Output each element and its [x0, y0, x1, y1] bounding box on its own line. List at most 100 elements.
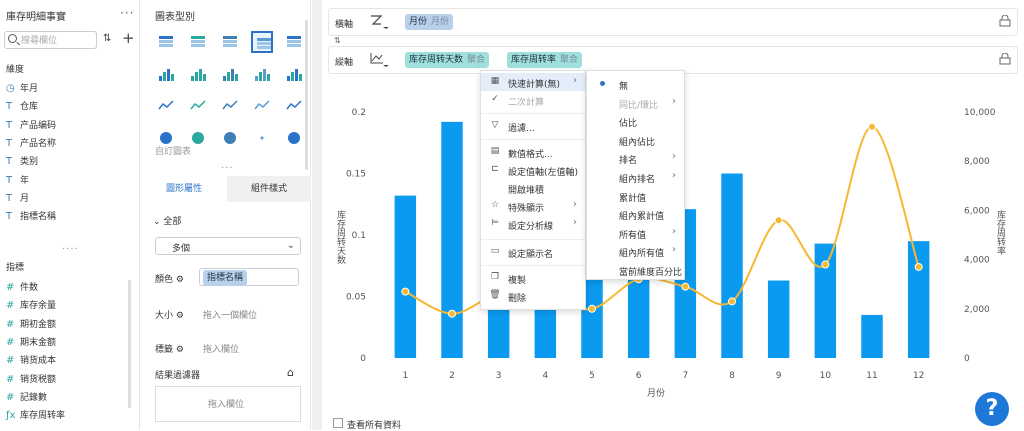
context-menu-item[interactable]: ❐ 複製: [481, 269, 585, 287]
field-item[interactable]: # 销货成本: [6, 353, 56, 369]
chart-type-icon[interactable]: [219, 127, 241, 149]
x-axis-shelf[interactable]: 橫軸 月份 月份: [328, 8, 1018, 36]
chart-type-icon[interactable]: [219, 95, 241, 117]
search-input[interactable]: [21, 34, 95, 47]
chart-type-icon[interactable]: [251, 127, 273, 149]
context-menu-item[interactable]: 🗑 刪除: [481, 287, 585, 305]
tag-drop-zone[interactable]: 拖入欄位: [203, 342, 239, 355]
add-icon[interactable]: +: [122, 29, 135, 47]
color-pill[interactable]: 指標名稱: [203, 270, 248, 286]
tab-graph-properties[interactable]: 圖形屬性: [141, 176, 227, 202]
size-drop-zone[interactable]: 拖入一個欄位: [203, 308, 257, 321]
custom-chart-label[interactable]: 自訂圖表: [155, 144, 191, 157]
line-point[interactable]: [681, 282, 690, 291]
field-item[interactable]: # 期末金额: [6, 335, 56, 351]
submenu-item[interactable]: 組內累計值: [587, 205, 684, 223]
line-point[interactable]: [774, 216, 783, 225]
field-item[interactable]: ƒx 库存周转率: [6, 408, 65, 424]
submenu-item[interactable]: 無: [587, 75, 684, 93]
field-item[interactable]: # 記錄數: [6, 390, 47, 406]
field-item[interactable]: T 产品编码: [6, 118, 56, 134]
measure-scrollbar[interactable]: [128, 280, 131, 408]
submenu-item[interactable]: 所有值 ›: [587, 224, 684, 242]
bar[interactable]: [394, 195, 417, 358]
submenu-item[interactable]: 排名 ›: [587, 149, 684, 167]
y-axis-pill-turnover-days[interactable]: 库存周转天数 聚合: [405, 52, 490, 68]
lock-icon[interactable]: ⌂: [287, 366, 294, 379]
field-item[interactable]: T 类别: [6, 154, 38, 170]
context-menu-item[interactable]: ▤ 數值格式...: [481, 143, 585, 161]
chart-type-icon[interactable]: [219, 63, 241, 85]
field-item[interactable]: # 期初金额: [6, 317, 56, 333]
bar[interactable]: [721, 173, 743, 359]
submenu-item[interactable]: 組內所有值 ›: [587, 242, 684, 260]
bar[interactable]: [441, 121, 463, 358]
chart-type-icon[interactable]: [187, 95, 209, 117]
field-item[interactable]: T 产品名称: [6, 136, 56, 152]
field-item[interactable]: T年: [6, 173, 29, 189]
chart-type-icon[interactable]: [187, 31, 209, 53]
line-point[interactable]: [728, 297, 736, 306]
lock-icon[interactable]: [999, 53, 1011, 65]
chart-type-icon[interactable]: [187, 63, 209, 85]
help-button[interactable]: ?: [975, 392, 1009, 426]
chart-type-icon[interactable]: [219, 31, 241, 53]
context-menu-item[interactable]: ⊨ 設定分析線 ›: [481, 215, 585, 233]
context-menu-item[interactable]: ▭ 設定顯示名: [481, 243, 585, 261]
mark-type-select[interactable]: 多個 ⌄: [155, 237, 301, 255]
field-item[interactable]: # 库存余量: [6, 298, 56, 314]
chart-type-scrollbar[interactable]: [305, 20, 308, 170]
y-axis-pill-turnover-rate[interactable]: 库存周转率 聚合: [507, 52, 583, 68]
context-menu-item[interactable]: ▽ 過濾...: [481, 117, 585, 135]
context-menu-item[interactable]: ▦ 快速計算(無) ›: [481, 73, 585, 91]
field-item[interactable]: T 指標名稱: [6, 209, 56, 225]
field-item[interactable]: # 件数: [6, 280, 38, 296]
show-all-checkbox[interactable]: [333, 418, 343, 428]
color-drop-zone[interactable]: 指標名稱: [199, 268, 299, 286]
resize-handle-icon[interactable]: ···: [221, 163, 234, 174]
chart-type-icon[interactable]: [155, 63, 177, 85]
y-axis-type-icon[interactable]: [369, 51, 389, 69]
chart-type-icon[interactable]: [251, 95, 273, 117]
chart-type-icon[interactable]: [283, 127, 305, 149]
submenu-item[interactable]: 累計值: [587, 187, 684, 205]
chart-type-icon[interactable]: [155, 95, 177, 117]
chart-type-icon[interactable]: [155, 31, 177, 53]
resize-handle-icon[interactable]: ····: [62, 244, 79, 255]
chart-type-icon[interactable]: [251, 31, 273, 53]
context-menu-item[interactable]: 開啟堆積: [481, 179, 585, 197]
sort-icon[interactable]: ⇅: [103, 33, 111, 44]
line-point[interactable]: [401, 287, 410, 296]
line-point[interactable]: [821, 260, 830, 269]
field-item[interactable]: T月: [6, 191, 29, 207]
show-all-label[interactable]: 查看所有資料: [347, 418, 401, 431]
more-icon[interactable]: ···: [120, 6, 134, 20]
context-menu-item[interactable]: ⊏ 設定值軸(左值軸): [481, 161, 585, 179]
field-search[interactable]: [4, 31, 97, 49]
line-point[interactable]: [588, 304, 596, 313]
field-item[interactable]: ◷ 年月: [6, 81, 38, 97]
submenu-item[interactable]: 組內排名 ›: [587, 168, 684, 186]
line-point[interactable]: [868, 122, 876, 131]
chart-type-icon[interactable]: [251, 63, 273, 85]
bar[interactable]: [907, 241, 930, 358]
lock-icon[interactable]: [999, 15, 1011, 27]
x-axis-pill[interactable]: 月份 月份: [405, 14, 454, 30]
chart-type-icon[interactable]: [283, 95, 305, 117]
filter-drop-zone[interactable]: 拖入欄位: [155, 386, 301, 422]
all-toggle[interactable]: ⌄ 全部: [153, 214, 181, 227]
field-item[interactable]: # 销货税额: [6, 372, 56, 388]
chart-type-icon[interactable]: [283, 63, 305, 85]
x-axis-type-icon[interactable]: [369, 13, 389, 31]
field-item[interactable]: T 仓库: [6, 99, 38, 115]
swap-axes-icon[interactable]: ⇅: [334, 36, 341, 45]
submenu-item[interactable]: 組內佔比: [587, 131, 684, 149]
tab-component-styles[interactable]: 組件樣式: [227, 176, 311, 202]
submenu-item[interactable]: 佔比: [587, 112, 684, 130]
submenu-item[interactable]: 當前維度百分比: [587, 261, 684, 279]
line-point[interactable]: [914, 262, 923, 271]
context-menu-item[interactable]: ☆ 特殊顯示 ›: [481, 197, 585, 215]
chart-type-icon[interactable]: [283, 31, 305, 53]
line-point[interactable]: [448, 309, 456, 318]
bar[interactable]: [861, 314, 883, 358]
